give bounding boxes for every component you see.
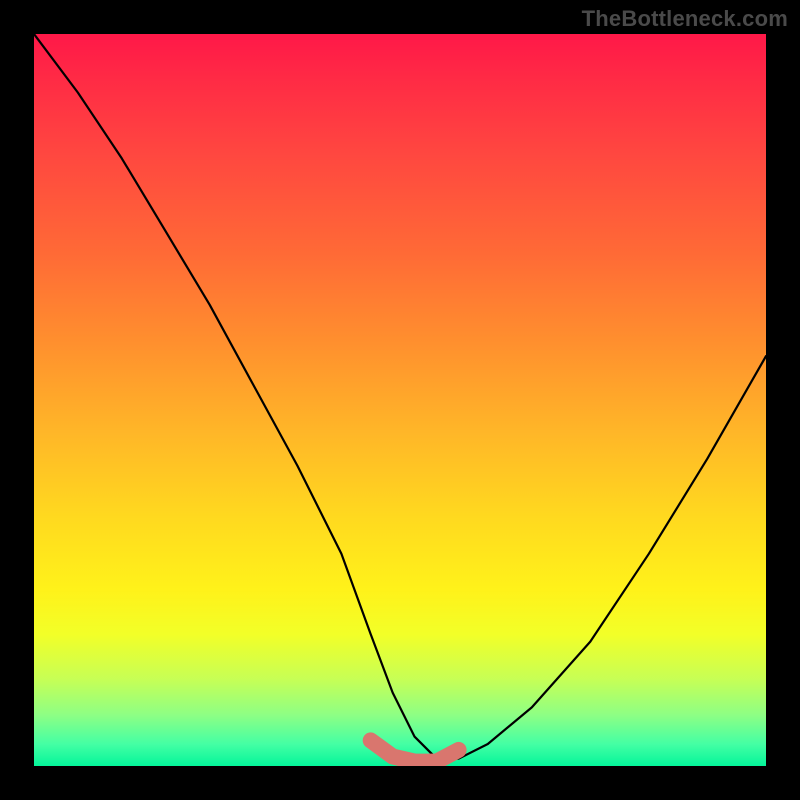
bottleneck-curve	[34, 34, 766, 759]
plot-area	[34, 34, 766, 766]
watermark-text: TheBottleneck.com	[582, 6, 788, 32]
chart-frame: TheBottleneck.com	[0, 0, 800, 800]
curves-layer	[34, 34, 766, 766]
highlight-band	[371, 740, 459, 761]
